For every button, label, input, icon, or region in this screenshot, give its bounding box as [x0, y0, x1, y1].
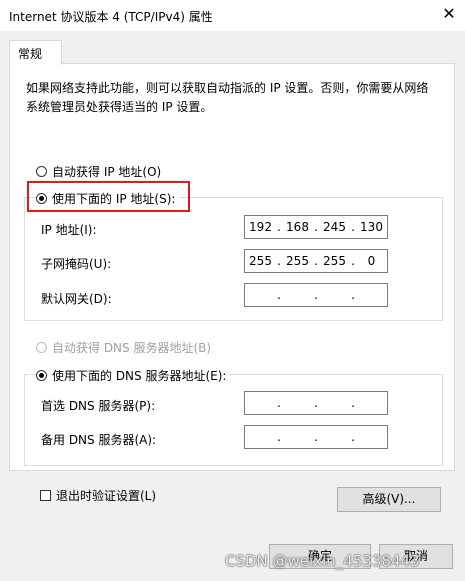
- validate-on-exit[interactable]: 退出时验证设置(L): [40, 487, 156, 504]
- description-text: 如果网络支持此功能，则可以获取自动指派的 IP 设置。否则，你需要从网络系统管理…: [26, 81, 429, 114]
- mask-octet-1[interactable]: 255: [245, 254, 276, 268]
- radio-auto-dns[interactable]: 自动获得 DNS 服务器地址(B): [36, 339, 211, 356]
- dns-settings-group: [24, 374, 443, 466]
- radio-manual-dns[interactable]: 使用下面的 DNS 服务器地址(E):: [36, 367, 231, 384]
- preferred-dns-label: 首选 DNS 服务器(P):: [41, 399, 156, 413]
- dot-separator: .: [314, 396, 318, 410]
- watermark-text: CSDN @weixin_45338443: [225, 552, 420, 570]
- dot-separator: .: [277, 288, 281, 302]
- ip-octet-3[interactable]: 245: [319, 220, 350, 234]
- dot-separator: .: [351, 430, 355, 444]
- radio-auto-ip-label: 自动获得 IP 地址(O): [52, 165, 162, 179]
- mask-octet-4[interactable]: 0: [356, 254, 387, 268]
- validate-label: 退出时验证设置(L): [56, 489, 157, 503]
- dot-separator: .: [277, 430, 281, 444]
- validate-checkbox[interactable]: [40, 490, 51, 501]
- advanced-button[interactable]: 高级(V)...: [337, 487, 441, 512]
- mask-octet-2[interactable]: 255: [282, 254, 313, 268]
- tab-general[interactable]: 常规: [9, 40, 62, 65]
- subnet-mask-label: 子网掩码(U):: [41, 257, 112, 271]
- radio-auto-dns-indicator[interactable]: [36, 342, 47, 353]
- ip-octet-2[interactable]: 168: [282, 220, 313, 234]
- radio-manual-dns-label: 使用下面的 DNS 服务器地址(E):: [52, 369, 227, 383]
- radio-manual-dns-indicator[interactable]: [36, 370, 47, 381]
- ip-octet-4[interactable]: 130: [356, 220, 387, 234]
- dot-separator: .: [314, 288, 318, 302]
- dot-separator: .: [314, 430, 318, 444]
- alternate-dns-input[interactable]: . . .: [244, 425, 388, 449]
- ip-address-label: IP 地址(I):: [41, 223, 97, 237]
- dot-separator: .: [277, 396, 281, 410]
- close-icon[interactable]: ✕: [438, 3, 460, 25]
- preferred-dns-input[interactable]: . . .: [244, 391, 388, 415]
- title-bar: Internet 协议版本 4 (TCP/IPv4) 属性 ✕: [0, 0, 465, 31]
- radio-auto-ip[interactable]: 自动获得 IP 地址(O): [36, 163, 161, 180]
- ip-octet-1[interactable]: 192: [245, 220, 276, 234]
- highlight-box: [27, 181, 190, 212]
- mask-octet-3[interactable]: 255: [319, 254, 350, 268]
- dot-separator: .: [351, 396, 355, 410]
- dot-separator: .: [351, 288, 355, 302]
- radio-auto-dns-label: 自动获得 DNS 服务器地址(B): [52, 341, 212, 355]
- alternate-dns-label: 备用 DNS 服务器(A):: [41, 433, 157, 447]
- ip-address-input[interactable]: 192. 168. 245. 130: [244, 215, 388, 239]
- tab-general-label: 常规: [18, 47, 43, 61]
- radio-auto-ip-indicator[interactable]: [36, 166, 47, 177]
- subnet-mask-input[interactable]: 255. 255. 255. 0: [244, 249, 388, 273]
- gateway-label: 默认网关(D):: [41, 292, 112, 306]
- window-title: Internet 协议版本 4 (TCP/IPv4) 属性: [9, 10, 213, 24]
- gateway-input[interactable]: . . .: [244, 283, 388, 307]
